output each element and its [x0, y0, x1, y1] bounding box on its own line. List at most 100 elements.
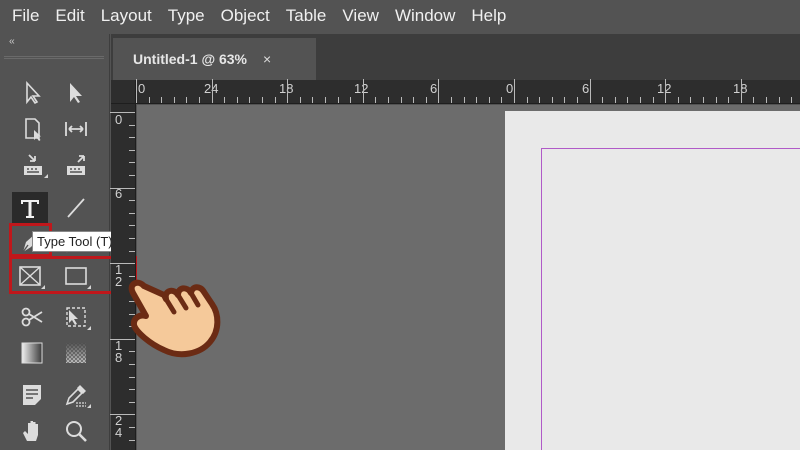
ruler-label: 0	[506, 81, 514, 96]
type-tool-icon	[21, 200, 39, 218]
ruler-tick	[539, 97, 540, 103]
ruler-tick	[129, 213, 135, 214]
menu-layout[interactable]: Layout	[93, 0, 160, 32]
ruler-label: 12	[354, 81, 369, 96]
ruler-tick	[741, 79, 742, 103]
menu-edit[interactable]: Edit	[47, 0, 92, 32]
ruler-label: 24	[115, 413, 123, 440]
gradient-swatch-tool-button[interactable]	[14, 337, 50, 369]
ruler-tick	[577, 97, 578, 103]
content-collector-button[interactable]	[15, 149, 51, 181]
ruler-tick	[129, 377, 135, 378]
ruler-tick	[388, 97, 389, 103]
ruler-tick	[753, 97, 754, 103]
gap-tool-icon	[65, 122, 87, 136]
flyout-indicator	[44, 174, 48, 178]
direct-selection-tool-icon	[70, 83, 82, 103]
ruler-tick	[237, 97, 238, 103]
hand-tool-button[interactable]	[14, 415, 50, 447]
ruler-tick	[136, 79, 137, 103]
ruler-tick	[653, 97, 654, 103]
zoom-tool-icon	[66, 421, 87, 442]
type-tool-button[interactable]	[12, 192, 48, 224]
ruler-tick	[110, 112, 135, 113]
note-tool-icon	[23, 385, 41, 405]
content-placer-button[interactable]	[58, 149, 94, 181]
ruler-tick	[627, 97, 628, 103]
eyedropper-tool-icon	[65, 385, 86, 407]
collapse-panel-button[interactable]: ‹‹	[9, 36, 15, 47]
ruler-label: 6	[582, 81, 590, 96]
ruler-tick	[129, 150, 135, 151]
ruler-tick	[602, 97, 603, 103]
gradient-swatch-tool-icon	[21, 342, 43, 364]
ruler-tick	[110, 188, 135, 189]
ruler-tick	[703, 97, 704, 103]
ruler-tick	[413, 97, 414, 103]
menu-window[interactable]: Window	[387, 0, 463, 32]
menu-file[interactable]: File	[4, 0, 47, 32]
menu-object[interactable]: Object	[213, 0, 278, 32]
gap-tool-button[interactable]	[58, 113, 94, 145]
flyout-indicator	[87, 326, 91, 330]
content-collector-icon	[24, 154, 42, 175]
ruler-tick	[350, 97, 351, 103]
ruler-tick	[129, 389, 135, 390]
ruler-tick	[149, 97, 150, 103]
ruler-tick	[129, 427, 135, 428]
ruler-tick	[249, 97, 250, 103]
ruler-tick	[199, 97, 200, 103]
scissors-tool-button[interactable]	[14, 301, 50, 333]
scissors-tool-icon	[21, 307, 43, 327]
ruler-tick	[514, 79, 515, 103]
ruler-label: 0	[115, 112, 123, 127]
close-tab-button[interactable]: ×	[263, 51, 271, 67]
ruler-tick	[300, 97, 301, 103]
ruler-tick	[451, 97, 452, 103]
document-tab[interactable]: Untitled-1 @ 63% ×	[113, 38, 316, 80]
ruler-label: 6	[430, 81, 438, 96]
ruler-tick	[129, 225, 135, 226]
pointing-hand-cursor-icon	[128, 279, 221, 358]
ruler-tick	[640, 97, 641, 103]
document-tab-title: Untitled-1 @ 63%	[133, 51, 248, 67]
ruler-tick	[212, 79, 213, 103]
eyedropper-tool-button[interactable]	[58, 379, 94, 411]
ruler-tick	[476, 97, 477, 103]
ruler-tick	[174, 97, 175, 103]
ruler-tick	[779, 97, 780, 103]
direct-selection-tool-button[interactable]	[58, 77, 94, 109]
ruler-tick	[678, 97, 679, 103]
ruler-label: 6	[115, 186, 123, 201]
ruler-tick	[129, 125, 135, 126]
gradient-feather-tool-button[interactable]	[58, 337, 94, 369]
zoom-tool-button[interactable]	[58, 415, 94, 447]
ruler-tick	[590, 79, 591, 103]
ruler-tick	[791, 97, 792, 103]
line-tool-button[interactable]	[58, 192, 94, 224]
ruler-tick	[501, 97, 502, 103]
selection-tool-icon	[26, 80, 41, 105]
menu-type[interactable]: Type	[160, 0, 213, 32]
page-tool-icon	[25, 118, 41, 141]
ruler-tick	[375, 97, 376, 103]
ruler-tick	[489, 97, 490, 103]
ruler-label: 0	[138, 81, 146, 96]
note-tool-button[interactable]	[14, 379, 50, 411]
selection-tool-button[interactable]	[15, 77, 51, 109]
ruler-tick	[129, 440, 135, 441]
menu-view[interactable]: View	[334, 0, 387, 32]
free-transform-tool-button[interactable]	[58, 301, 94, 333]
ruler-origin[interactable]	[111, 80, 136, 104]
menu-help[interactable]: Help	[463, 0, 514, 32]
gradient-feather-tool-icon	[66, 343, 86, 363]
horizontal-ruler[interactable]: 0 24 18 12 6 0 6 12 18	[136, 79, 800, 104]
ruler-tick	[110, 414, 135, 415]
page-tool-button[interactable]	[15, 113, 51, 145]
ruler-tick	[275, 97, 276, 103]
menu-table[interactable]: Table	[278, 0, 335, 32]
panel-grip[interactable]	[4, 56, 104, 59]
ruler-tick	[690, 97, 691, 103]
ruler-tick	[186, 97, 187, 103]
menu-bar: File Edit Layout Type Object Table View …	[0, 0, 800, 32]
